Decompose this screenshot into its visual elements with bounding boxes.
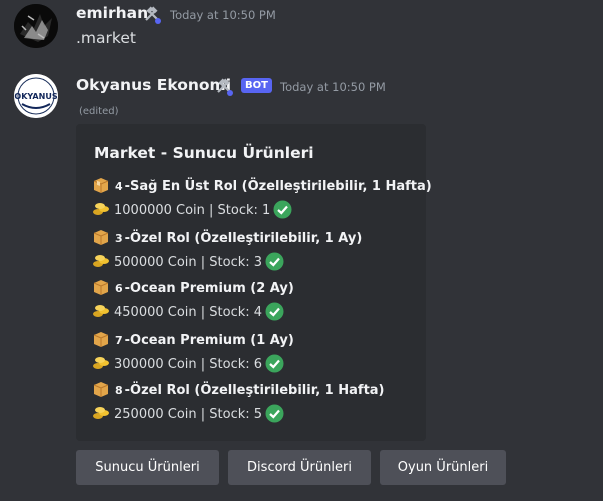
embed-title: Market - Sunucu Ürünleri — [94, 144, 314, 162]
check-icon — [265, 252, 284, 271]
market-embed: Market - Sunucu Ürünleri 4 -Sağ En Üst Ro… — [76, 124, 432, 441]
item-details: 500000 Coin | Stock: 3 — [92, 252, 284, 273]
check-icon — [265, 354, 284, 373]
check-icon — [265, 404, 284, 423]
package-icon — [93, 178, 109, 193]
item-price-stock: 450000 Coin | Stock: 4 — [114, 305, 263, 320]
message-text: .market — [76, 29, 136, 47]
author-name[interactable]: emirhan — [76, 4, 148, 22]
user-avatar[interactable] — [14, 4, 58, 48]
message-timestamp[interactable]: Today at 10:50 PM — [170, 8, 276, 22]
check-icon — [273, 200, 292, 219]
item-name: -Özel Rol (Özelleştirilebilir, 1 Ay) — [124, 231, 363, 246]
item-details: 300000 Coin | Stock: 6 — [92, 354, 284, 375]
item-details: 450000 Coin | Stock: 4 — [92, 302, 284, 323]
item-title: 7 -Ocean Premium (1 Ay) — [92, 330, 294, 351]
package-icon — [93, 382, 109, 397]
bot-tag: BOT — [241, 78, 272, 93]
item-details: 250000 Coin | Stock: 5 — [92, 404, 284, 425]
item-name: -Özel Rol (Özelleştirilebilir, 1 Hafta) — [124, 383, 385, 398]
item-price-stock: 300000 Coin | Stock: 6 — [114, 357, 263, 372]
item-number: 7 — [115, 334, 123, 347]
package-icon — [93, 230, 109, 245]
item-number: 4 — [115, 180, 123, 193]
message-timestamp[interactable]: Today at 10:50 PM — [280, 80, 386, 94]
item-details: 1000000 Coin | Stock: 1 — [92, 200, 292, 221]
coins-icon — [93, 407, 109, 419]
coins-icon — [93, 357, 109, 369]
coins-icon — [93, 203, 109, 215]
item-name: -Ocean Premium (2 Ay) — [124, 281, 294, 296]
item-name: -Ocean Premium (1 Ay) — [124, 333, 294, 348]
item-price-stock: 250000 Coin | Stock: 5 — [114, 407, 263, 422]
server-products-button[interactable]: Sunucu Ürünleri — [76, 450, 219, 485]
edited-label: (edited) — [79, 106, 119, 117]
item-number: 3 — [115, 232, 123, 245]
bot-avatar[interactable]: OKYANUS — [14, 74, 58, 118]
game-products-button[interactable]: Oyun Ürünleri — [380, 450, 506, 485]
item-title: 8 -Özel Rol (Özelleştirilebilir, 1 Hafta) — [92, 380, 385, 401]
avatar-logo-text: OKYANUS — [14, 92, 57, 101]
package-icon — [93, 332, 109, 347]
hammer-badge-icon — [214, 77, 234, 97]
bot-name[interactable]: Okyanus Ekonomi — [76, 76, 231, 94]
item-title: 6 -Ocean Premium (2 Ay) — [92, 278, 294, 299]
hammer-badge-icon — [142, 5, 162, 25]
item-number: 8 — [115, 384, 123, 397]
package-icon — [93, 280, 109, 295]
item-number: 6 — [115, 282, 123, 295]
check-icon — [265, 302, 284, 321]
item-title: 3 -Özel Rol (Özelleştirilebilir, 1 Ay) — [92, 228, 362, 249]
item-name: -Sağ En Üst Rol (Özelleştirilebilir, 1 H… — [124, 179, 432, 194]
discord-products-button[interactable]: Discord Ürünleri — [228, 450, 371, 485]
item-title: 4 -Sağ En Üst Rol (Özelleştirilebilir, 1 … — [92, 176, 432, 197]
coins-icon — [93, 305, 109, 317]
coins-icon — [93, 255, 109, 267]
item-price-stock: 500000 Coin | Stock: 3 — [114, 255, 263, 270]
item-price-stock: 1000000 Coin | Stock: 1 — [114, 203, 271, 218]
